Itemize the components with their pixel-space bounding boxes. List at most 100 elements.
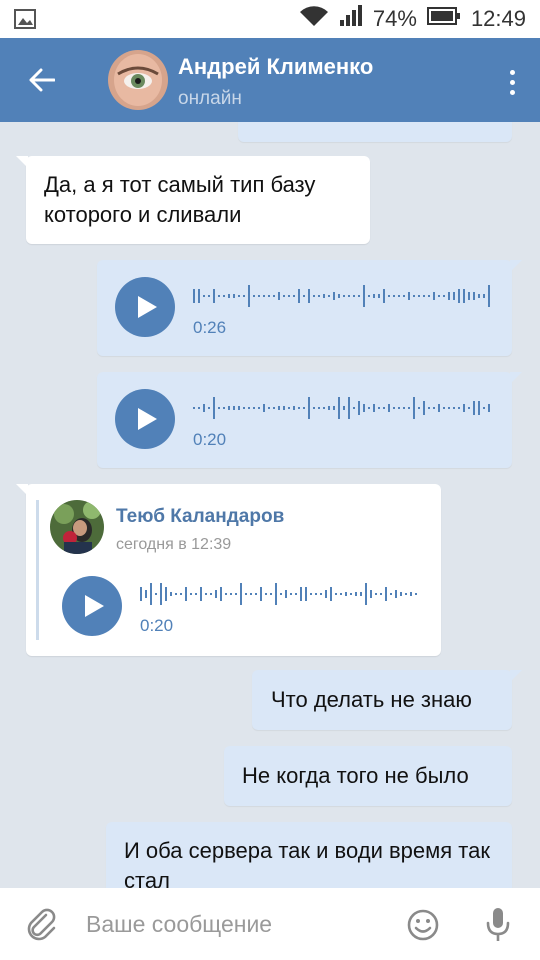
waveform-bar	[338, 397, 340, 419]
waveform-bar	[325, 590, 327, 598]
waveform-bar	[140, 587, 142, 601]
waveform-bar	[248, 285, 250, 307]
message-input[interactable]	[86, 906, 386, 942]
waveform-bar	[338, 294, 340, 298]
waveform-bar	[243, 295, 245, 297]
message-bubble-outgoing[interactable]: И оба сервера так и води время так стал	[106, 822, 512, 888]
battery-icon	[426, 6, 461, 32]
waveform-bar	[313, 295, 315, 297]
chat-header: Андрей Клименко онлайн	[0, 38, 540, 122]
waveform-bar	[170, 592, 172, 596]
waveform-bar	[305, 587, 307, 601]
waveform-bar	[253, 407, 255, 409]
forwarded-author-avatar[interactable]	[50, 500, 104, 554]
contact-status: онлайн	[178, 88, 242, 109]
message-list[interactable]: Да, а я тот самый тип базу которого и сл…	[0, 122, 540, 888]
waveform-bar	[298, 289, 300, 303]
waveform[interactable]	[193, 282, 493, 310]
waveform-bar	[333, 292, 335, 300]
waveform-bar	[278, 292, 280, 300]
waveform-bar	[433, 292, 435, 300]
waveform-bar	[205, 593, 207, 595]
voice-message-outgoing[interactable]: 0:20	[97, 372, 522, 468]
waveform-bar	[260, 587, 262, 601]
waveform[interactable]	[193, 394, 493, 422]
waveform-bar	[308, 289, 310, 303]
back-button[interactable]	[20, 60, 64, 100]
paperclip-icon	[27, 908, 56, 941]
waveform-bar	[323, 407, 325, 409]
waveform-bar	[323, 294, 325, 298]
waveform-bar	[348, 397, 350, 419]
waveform-bar	[160, 583, 162, 605]
waveform-bar	[308, 397, 310, 419]
waveform-bar	[355, 592, 357, 596]
waveform-bar	[365, 583, 367, 605]
waveform-bar	[310, 593, 312, 595]
waveform-bar	[288, 295, 290, 297]
waveform-bar	[283, 295, 285, 297]
smile-icon	[407, 909, 439, 941]
waveform-bar	[368, 407, 370, 409]
waveform-bar	[468, 292, 470, 300]
waveform-bar	[488, 404, 490, 412]
waveform-bar	[358, 401, 360, 415]
avatar[interactable]	[108, 50, 168, 110]
waveform-bar	[340, 593, 342, 595]
waveform-bar	[243, 407, 245, 409]
waveform-bar	[408, 292, 410, 300]
waveform-bar	[478, 401, 480, 415]
waveform[interactable]	[140, 580, 420, 608]
waveform-bar	[300, 587, 302, 601]
more-options-button[interactable]	[502, 62, 522, 102]
waveform-bar	[473, 292, 475, 300]
play-button[interactable]	[115, 389, 175, 449]
waveform-bar	[198, 407, 200, 409]
waveform-bar	[350, 593, 352, 595]
forwarded-time: сегодня в 12:39	[116, 536, 232, 553]
voice-message-outgoing[interactable]: 0:26	[97, 260, 522, 356]
contact-name[interactable]: Андрей Клименко	[178, 54, 373, 80]
waveform-bar	[415, 593, 417, 595]
waveform-bar	[398, 407, 400, 409]
waveform-bar	[423, 401, 425, 415]
forwarded-message[interactable]: Теюб Каландаров сегодня в 12:39 0:20	[16, 484, 441, 656]
waveform-bar	[393, 407, 395, 409]
waveform-bar	[388, 404, 390, 412]
voice-duration: 0:20	[140, 616, 174, 635]
play-button[interactable]	[62, 576, 122, 636]
message-bubble-outgoing[interactable]: Не когда того не было	[224, 746, 512, 806]
waveform-bar	[463, 404, 465, 412]
waveform-bar	[418, 407, 420, 409]
message-bubble-outgoing[interactable]: Что делать не знаю	[252, 670, 522, 730]
bubble-tail	[16, 156, 28, 168]
message-text: И оба сервера так и води время так стал	[124, 838, 490, 888]
waveform-bar	[318, 295, 320, 297]
bubble-tail	[510, 670, 522, 682]
play-button[interactable]	[115, 277, 175, 337]
clock: 12:49	[470, 6, 526, 31]
message-text: Не когда того не было	[242, 763, 469, 788]
waveform-bar	[278, 406, 280, 410]
waveform-bar	[453, 292, 455, 300]
waveform-bar	[375, 593, 377, 595]
waveform-bar	[165, 587, 167, 601]
waveform-bar	[265, 593, 267, 595]
waveform-bar	[405, 593, 407, 595]
waveform-bar	[333, 406, 335, 410]
forwarded-author-name[interactable]: Теюб Каландаров	[116, 506, 284, 528]
waveform-bar	[203, 295, 205, 297]
waveform-bar	[263, 295, 265, 297]
waveform-bar	[373, 404, 375, 412]
waveform-bar	[313, 407, 315, 409]
back-arrow-icon	[29, 68, 55, 92]
attach-button[interactable]	[24, 906, 60, 942]
emoji-button[interactable]	[406, 908, 440, 942]
waveform-bar	[180, 593, 182, 595]
waveform-bar	[428, 295, 430, 297]
voice-record-button[interactable]	[484, 906, 512, 944]
waveform-bar	[443, 295, 445, 297]
waveform-bar	[478, 294, 480, 298]
message-bubble-incoming[interactable]: Да, а я тот самый тип базу которого и сл…	[16, 156, 370, 244]
more-dot	[509, 79, 515, 85]
